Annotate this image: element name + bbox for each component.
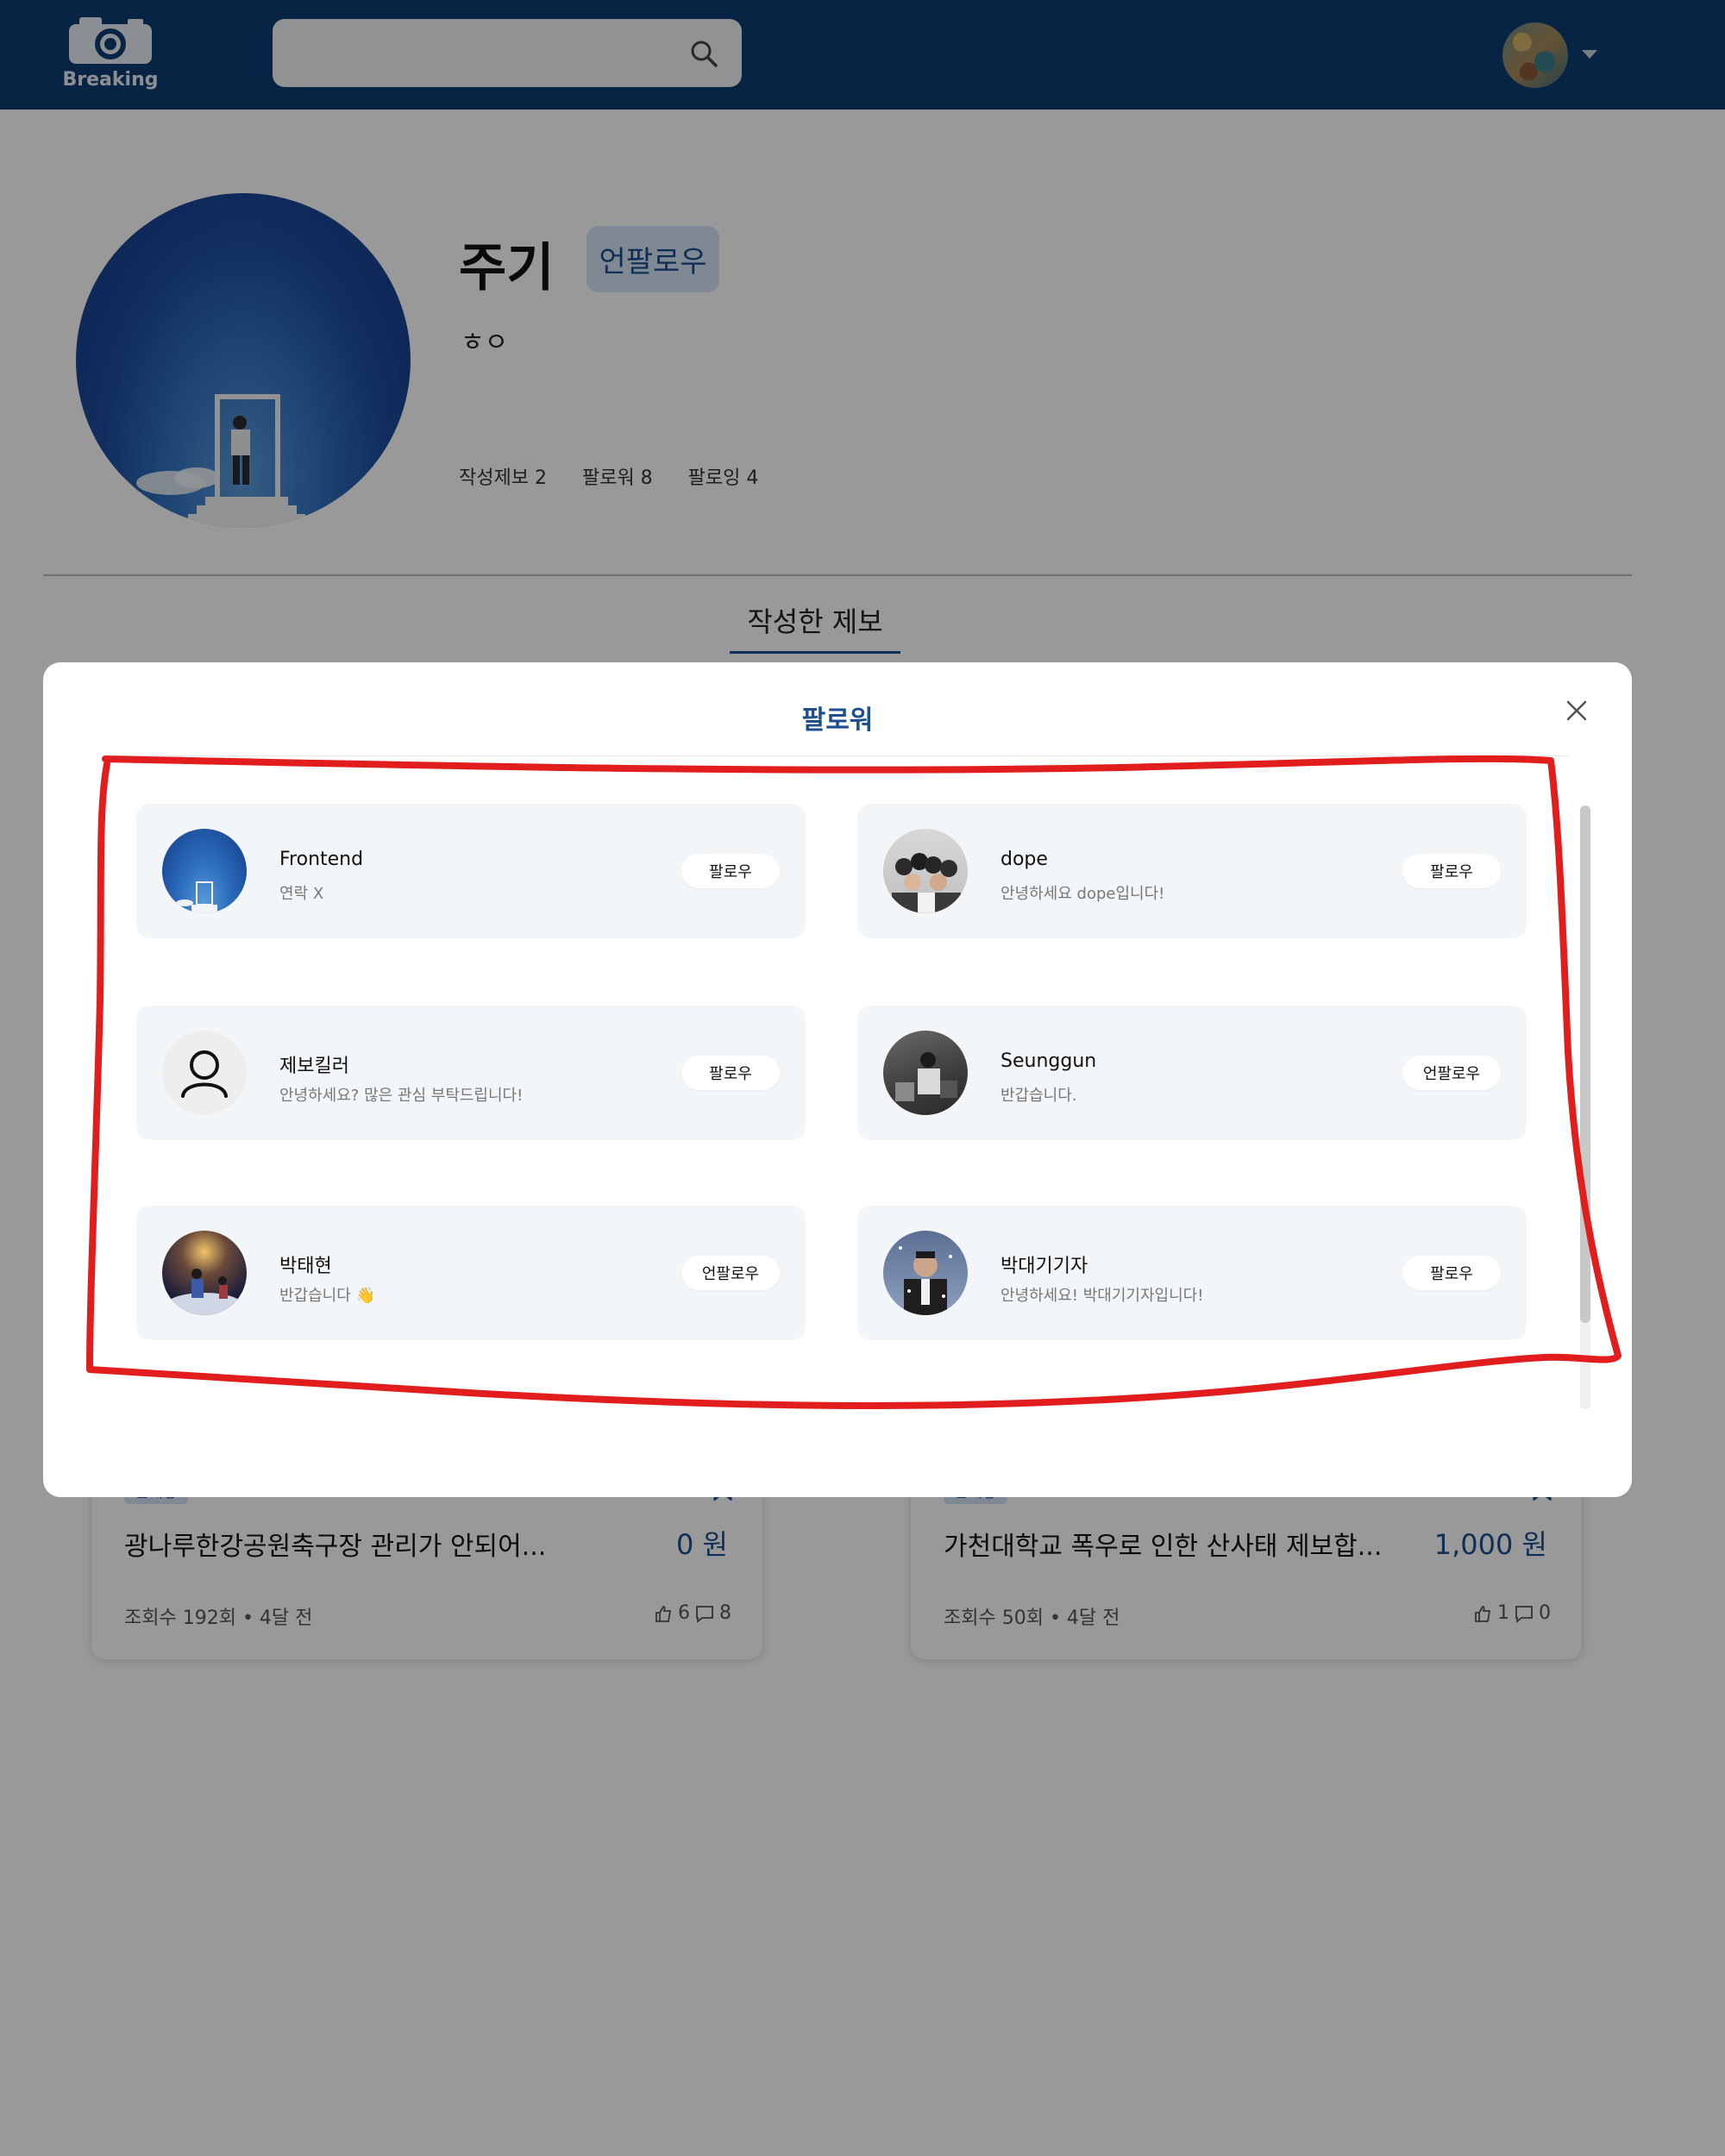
follower-card[interactable]: Frontend 연락 X 팔로우 xyxy=(136,804,806,938)
avatar[interactable] xyxy=(883,1031,968,1115)
follow-button[interactable]: 팔로우 xyxy=(1402,854,1501,888)
avatar[interactable] xyxy=(883,1231,968,1315)
follower-card[interactable]: dope 안녕하세요 dope입니다! 팔로우 xyxy=(857,804,1527,938)
follower-desc: 반갑습니다 👋 xyxy=(279,1287,375,1305)
follower-name[interactable]: Frontend xyxy=(279,849,363,870)
modal-scrollbar[interactable] xyxy=(1580,805,1590,1409)
follower-card[interactable]: Seunggun 반갑습니다. 언팔로우 xyxy=(857,1006,1527,1140)
follower-desc: 반갑습니다. xyxy=(1000,1087,1077,1105)
modal-divider xyxy=(107,755,1568,756)
follower-name[interactable]: 박태현 xyxy=(279,1250,332,1278)
avatar-art xyxy=(892,853,961,913)
user-icon xyxy=(181,1050,228,1098)
follower-desc: 안녕하세요 dope입니다! xyxy=(1000,885,1165,903)
follower-desc: 연락 X xyxy=(279,885,324,903)
follower-name[interactable]: Seunggun xyxy=(1000,1050,1096,1072)
follower-desc: 안녕하세요? 많은 관심 부탁드립니다! xyxy=(279,1087,524,1105)
follower-card[interactable]: 제보킬러 안녕하세요? 많은 관심 부탁드립니다! 팔로우 xyxy=(136,1006,806,1140)
follower-name[interactable]: 박대기기자 xyxy=(1000,1250,1088,1278)
follower-card[interactable]: 박대기기자 안녕하세요! 박대기기자입니다! 팔로우 xyxy=(857,1206,1527,1340)
avatar-art xyxy=(176,881,217,913)
followers-modal: 팔로워 Frontend 연락 X 팔로우 dope 안녕하세요 dope입니다… xyxy=(43,662,1632,1497)
avatar-art xyxy=(899,1246,952,1315)
avatar[interactable] xyxy=(162,1031,247,1115)
follow-button[interactable]: 팔로우 xyxy=(681,854,780,888)
avatar-art xyxy=(165,1269,244,1315)
avatar[interactable] xyxy=(883,829,968,913)
avatar[interactable] xyxy=(162,829,247,913)
close-icon[interactable] xyxy=(1563,697,1590,724)
follower-name[interactable]: dope xyxy=(1000,849,1048,870)
unfollow-button[interactable]: 언팔로우 xyxy=(681,1256,780,1290)
unfollow-button[interactable]: 언팔로우 xyxy=(1402,1056,1501,1090)
modal-title: 팔로워 xyxy=(801,705,874,736)
avatar-art xyxy=(895,1052,957,1101)
follow-button[interactable]: 팔로우 xyxy=(681,1056,780,1090)
scrollbar-thumb[interactable] xyxy=(1580,805,1590,1323)
avatar[interactable] xyxy=(162,1231,247,1315)
follow-button[interactable]: 팔로우 xyxy=(1402,1256,1501,1290)
follower-name[interactable]: 제보킬러 xyxy=(279,1050,349,1078)
follower-desc: 안녕하세요! 박대기기자입니다! xyxy=(1000,1287,1204,1305)
follower-card[interactable]: 박태현 반갑습니다 👋 언팔로우 xyxy=(136,1206,806,1340)
